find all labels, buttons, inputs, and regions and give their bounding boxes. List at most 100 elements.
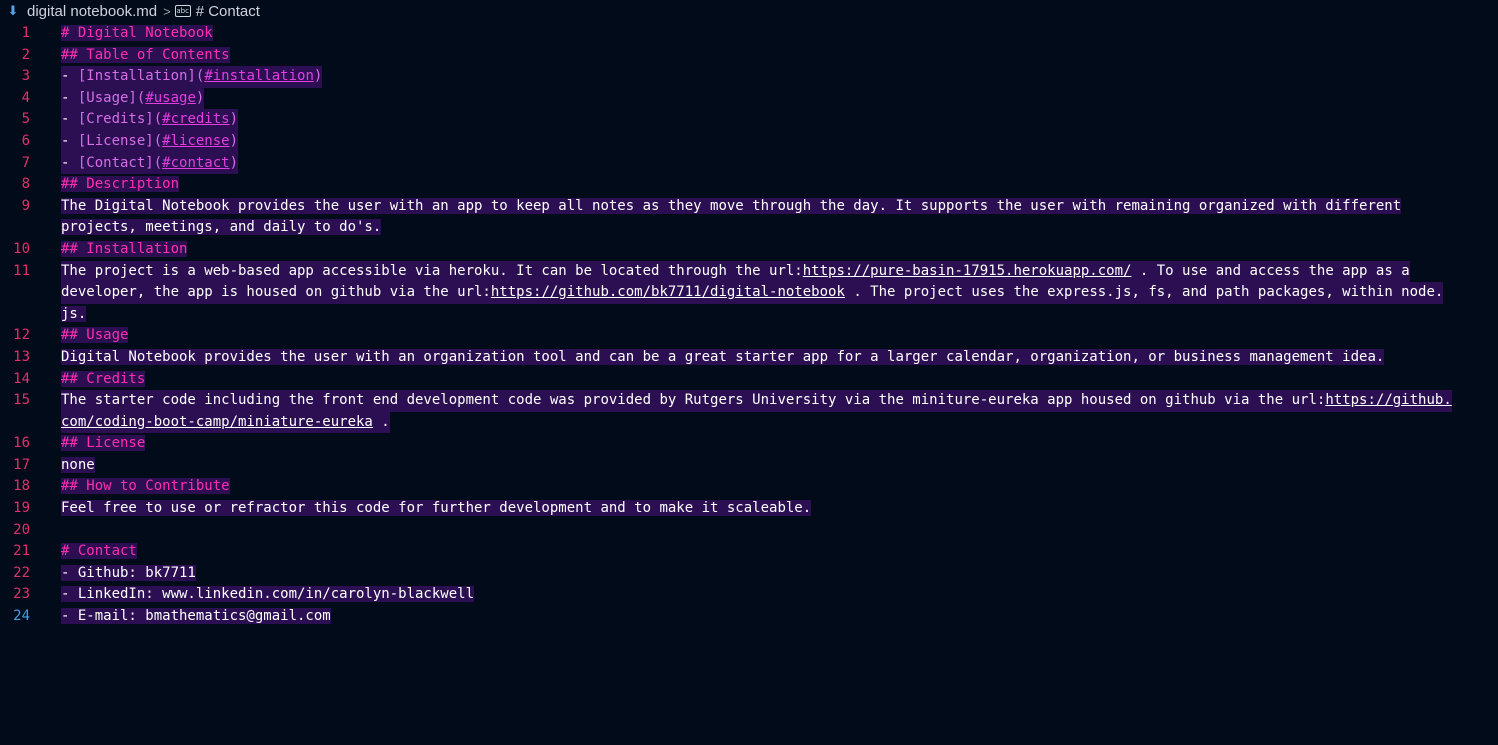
heading-contact[interactable]: # Contact <box>61 543 137 560</box>
contribute-text[interactable]: Feel free to use or refractor this code … <box>61 500 812 517</box>
breadcrumb-symbol-name[interactable]: # Contact <box>196 3 260 20</box>
heroku-url-link[interactable]: https://pure-basin-17915.herokuapp.com/ <box>803 263 1132 279</box>
line-number: 6 <box>21 132 30 149</box>
line-number: 11 <box>13 262 30 279</box>
editor-line[interactable]: 2 ## Table of Contents <box>0 45 1498 67</box>
editor-line[interactable]: 18 ## How to Contribute <box>0 476 1498 498</box>
editor-line[interactable]: 17 none <box>0 455 1498 477</box>
line-number: 9 <box>21 197 30 214</box>
link-text[interactable]: [Credits] <box>78 111 154 127</box>
editor-line[interactable]: 16 ## License <box>0 433 1498 455</box>
link-paren: ) <box>195 89 205 106</box>
editor-line-wrap[interactable]: developer, the app is housed on github v… <box>0 282 1498 304</box>
link-paren: ) <box>229 154 239 171</box>
installation-text[interactable]: js. <box>61 305 87 322</box>
editor-line[interactable]: 6 - [License](#license) <box>0 130 1498 153</box>
heading-license[interactable]: ## License <box>61 435 146 452</box>
editor-line[interactable]: 14 ## Credits <box>0 369 1498 391</box>
link-text[interactable]: [Usage] <box>78 90 137 106</box>
link-url[interactable]: #license <box>162 133 229 149</box>
editor-line[interactable]: 8 ## Description <box>0 174 1498 196</box>
editor-line[interactable]: 10 ## Installation <box>0 239 1498 261</box>
line-number: 1 <box>21 25 30 41</box>
editor-line[interactable]: 13 Digital Notebook provides the user wi… <box>0 347 1498 369</box>
editor-line-wrap[interactable]: com/coding-boot-camp/miniature-eureka . <box>0 411 1498 434</box>
editor-line[interactable]: 4 - [Usage](#usage) <box>0 87 1498 110</box>
link-url[interactable]: #usage <box>145 90 196 106</box>
editor-line[interactable]: 15 The starter code including the front … <box>0 390 1498 412</box>
line-number: 12 <box>13 327 30 344</box>
link-text[interactable]: [Contact] <box>78 155 154 171</box>
installation-text[interactable]: . The project uses the express.js, fs, a… <box>845 284 1443 300</box>
description-text-wrap[interactable]: projects, meetings, and daily to do's. <box>61 219 382 236</box>
link-url[interactable]: #credits <box>162 111 229 127</box>
line-number: 16 <box>13 435 30 452</box>
editor-line-wrap[interactable]: projects, meetings, and daily to do's. <box>0 217 1498 239</box>
line-number: 17 <box>13 456 30 473</box>
link-text[interactable]: [License] <box>78 133 154 149</box>
line-number: 20 <box>13 521 30 538</box>
line-number: 13 <box>13 348 30 365</box>
editor-line[interactable]: 19 Feel free to use or refractor this co… <box>0 498 1498 520</box>
license-text[interactable]: none <box>61 456 95 473</box>
breadcrumb: ⬇ digital notebook.md > abc # Contact <box>0 0 1498 22</box>
line-number: 18 <box>13 478 30 495</box>
link-paren: ( <box>153 111 163 128</box>
heading-credits[interactable]: ## Credits <box>61 370 146 387</box>
editor-line[interactable]: 23 - LinkedIn: www.linkedin.com/in/carol… <box>0 584 1498 606</box>
starter-code-link[interactable]: https://github. <box>1325 392 1451 408</box>
line-number: 19 <box>13 500 30 517</box>
installation-text[interactable]: . To use and access the app as a <box>1131 263 1410 279</box>
heading-description[interactable]: ## Description <box>61 176 180 193</box>
editor-line[interactable]: 3 - [Installation](#installation) <box>0 66 1498 88</box>
link-url[interactable]: #installation <box>204 68 314 84</box>
line-number: 7 <box>21 154 30 171</box>
line-number: 3 <box>21 68 30 85</box>
heading-digital-notebook[interactable]: # Digital Notebook <box>61 25 213 41</box>
heading-how-to-contribute[interactable]: ## How to Contribute <box>61 478 230 495</box>
link-text[interactable]: [Installation] <box>78 68 196 84</box>
link-paren: ( <box>153 132 163 149</box>
editor-line[interactable]: 12 ## Usage <box>0 325 1498 347</box>
heading-installation[interactable]: ## Installation <box>61 240 188 257</box>
usage-text[interactable]: Digital Notebook provides the user with … <box>61 348 1385 365</box>
link-paren: ) <box>229 111 239 128</box>
line-number: 21 <box>13 543 30 560</box>
editor-line-wrap[interactable]: js. <box>0 304 1498 326</box>
contact-linkedin[interactable]: - LinkedIn: www.linkedin.com/in/carolyn-… <box>61 586 475 603</box>
list-marker: - <box>61 111 78 128</box>
abc-string-symbol-icon: abc <box>174 5 191 17</box>
contact-email[interactable]: - E-mail: bmathematics@gmail.com <box>61 608 331 625</box>
editor-line[interactable]: 11 The project is a web-based app access… <box>0 260 1498 283</box>
github-repo-link[interactable]: https://github.com/bk7711/digital-notebo… <box>491 284 845 300</box>
editor-line-active[interactable]: 24 - E-mail: bmathematics@gmail.com <box>0 606 1498 628</box>
editor-line[interactable]: 9 The Digital Notebook provides the user… <box>0 196 1498 218</box>
line-number: 4 <box>21 89 30 106</box>
line-number: 22 <box>13 564 30 581</box>
credits-text[interactable]: The starter code including the front end… <box>61 392 1325 408</box>
link-paren: ) <box>229 132 239 149</box>
editor-line[interactable]: 21 # Contact <box>0 541 1498 563</box>
editor-line[interactable]: 5 - [Credits](#credits) <box>0 109 1498 131</box>
contact-github[interactable]: - Github: bk7711 <box>61 564 196 581</box>
line-number: 5 <box>21 111 30 128</box>
editor-line[interactable]: 20 <box>0 520 1498 542</box>
description-text[interactable]: The Digital Notebook provides the user w… <box>61 197 1402 214</box>
markdown-file-icon[interactable]: ⬇ <box>7 3 19 19</box>
heading-table-of-contents[interactable]: ## Table of Contents <box>61 46 230 63</box>
list-marker: - <box>61 89 78 106</box>
installation-text[interactable]: developer, the app is housed on github v… <box>61 284 491 300</box>
installation-text[interactable]: The project is a web-based app accessibl… <box>61 263 803 279</box>
credits-text[interactable]: . <box>373 414 389 430</box>
heading-usage[interactable]: ## Usage <box>61 327 129 344</box>
editor-line[interactable]: 1 # Digital Notebook <box>0 23 1498 45</box>
editor-line[interactable]: 22 - Github: bk7711 <box>0 563 1498 585</box>
line-number: 23 <box>13 586 30 603</box>
starter-code-link[interactable]: com/coding-boot-camp/miniature-eureka <box>61 414 373 430</box>
link-url[interactable]: #contact <box>162 155 229 171</box>
editor-line[interactable]: 7 - [Contact](#contact) <box>0 152 1498 175</box>
line-number: 15 <box>13 392 30 409</box>
editor-text-area[interactable]: 1 # Digital Notebook 2 ## Table of Conte… <box>0 23 1498 745</box>
link-paren: ( <box>153 154 163 171</box>
breadcrumb-file-name[interactable]: digital notebook.md <box>27 3 157 20</box>
